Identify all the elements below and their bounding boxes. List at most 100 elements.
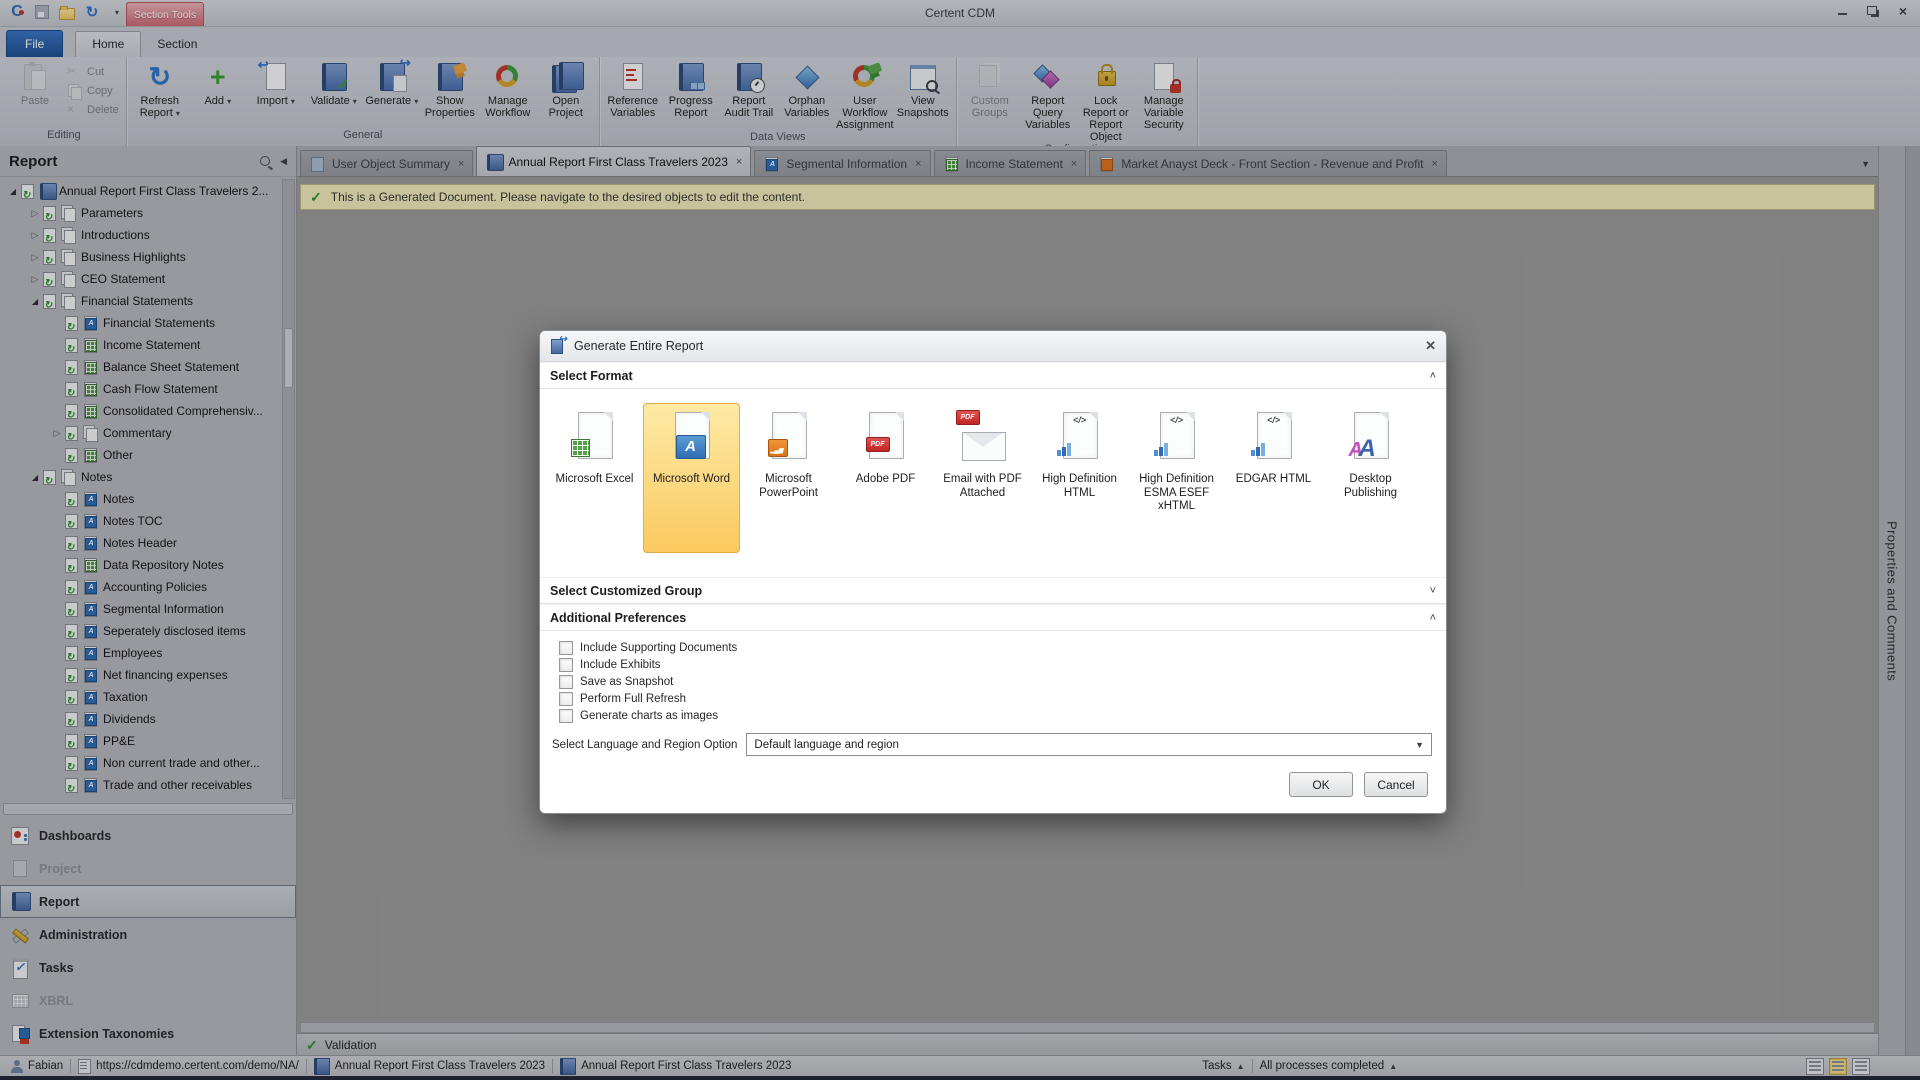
format-option-microsoft-excel[interactable]: Microsoft Excel bbox=[546, 403, 643, 495]
tree-item-financial-statements[interactable]: Financial Statements bbox=[0, 312, 296, 334]
tree-item-employees[interactable]: Employees bbox=[0, 642, 296, 664]
document-tab-annual-report-first-class-travelers-2023[interactable]: Annual Report First Class Travelers 2023… bbox=[476, 146, 751, 176]
cancel-button[interactable]: Cancel bbox=[1364, 772, 1428, 797]
maximize-icon[interactable] bbox=[1866, 5, 1880, 17]
collapse-node-icon[interactable]: ◢ bbox=[28, 473, 42, 482]
collapse-panel-icon[interactable]: ◀ bbox=[280, 156, 287, 167]
document-tab-income-statement[interactable]: Income Statement× bbox=[934, 150, 1087, 176]
close-tab-icon[interactable]: × bbox=[1071, 158, 1077, 170]
dialog-close-icon[interactable]: ✕ bbox=[1425, 338, 1436, 354]
expand-node-icon[interactable]: ▷ bbox=[50, 428, 64, 439]
ribbon-button-orphan-variables[interactable]: Orphan Variables bbox=[778, 60, 836, 119]
tree-item-cash-flow-statement[interactable]: Cash Flow Statement bbox=[0, 378, 296, 400]
section-select-customized-group[interactable]: Select Customized Group ˅ bbox=[540, 577, 1446, 604]
sidebar-item-tasks[interactable]: Tasks bbox=[0, 951, 296, 984]
format-option-microsoft-word[interactable]: Microsoft Word bbox=[643, 403, 740, 553]
collapse-node-icon[interactable]: ◢ bbox=[28, 297, 42, 306]
checkbox-perform-full-refresh[interactable] bbox=[559, 692, 573, 706]
tree-item-notes[interactable]: Notes bbox=[0, 488, 296, 510]
tree-scrollbar-thumb[interactable] bbox=[284, 328, 293, 388]
close-tab-icon[interactable]: × bbox=[458, 158, 464, 170]
ribbon-button-open-project[interactable]: Open Project bbox=[537, 60, 595, 119]
ribbon-button-view-snapshots[interactable]: View Snapshots bbox=[894, 60, 952, 119]
tree-horizontal-scrollbar[interactable] bbox=[3, 803, 293, 815]
close-tab-icon[interactable]: × bbox=[915, 158, 921, 170]
sidebar-item-dashboards[interactable]: Dashboards bbox=[0, 819, 296, 852]
ribbon-tab-file[interactable]: File bbox=[6, 30, 63, 57]
close-icon[interactable]: × bbox=[1896, 5, 1910, 17]
status-document-1[interactable]: Annual Report First Class Travelers 2023 bbox=[307, 1056, 552, 1076]
tree-item-net-financing-expenses[interactable]: Net financing expenses bbox=[0, 664, 296, 686]
status-tasks-button[interactable]: Tasks ▲ bbox=[1195, 1056, 1251, 1076]
minimize-icon[interactable] bbox=[1836, 5, 1850, 17]
tree-item-segmental-information[interactable]: Segmental Information bbox=[0, 598, 296, 620]
tab-list-dropdown-icon[interactable]: ▼ bbox=[1861, 159, 1870, 169]
ribbon-button-refresh-report[interactable]: ↻Refresh Report ▾ bbox=[131, 60, 189, 120]
format-option-high-definition-esma-esef-xhtml[interactable]: High Definition ESMA ESEF xHTML bbox=[1128, 403, 1225, 522]
ribbon-button-manage-workflow[interactable]: Manage Workflow bbox=[479, 60, 537, 119]
document-horizontal-scrollbar[interactable] bbox=[300, 1022, 1875, 1033]
tree-item-introductions[interactable]: ▷Introductions bbox=[0, 224, 296, 246]
sidebar-item-administration[interactable]: Administration bbox=[0, 918, 296, 951]
ribbon-button-progress-report[interactable]: Progress Report bbox=[662, 60, 720, 119]
close-tab-icon[interactable]: × bbox=[1431, 158, 1437, 170]
document-tab-user-object-summary[interactable]: User Object Summary× bbox=[300, 150, 473, 176]
ribbon-button-add[interactable]: +Add ▾ bbox=[189, 60, 247, 108]
ribbon-button-report-query-variables[interactable]: Report Query Variables bbox=[1019, 60, 1077, 131]
view-toggle-2-icon[interactable] bbox=[1829, 1058, 1847, 1075]
search-icon[interactable] bbox=[260, 156, 270, 166]
validation-bar[interactable]: ✓ Validation bbox=[297, 1033, 1878, 1056]
checkbox-generate-charts-as-images[interactable] bbox=[559, 709, 573, 723]
ok-button[interactable]: OK bbox=[1289, 772, 1353, 797]
tree-item-seperately-disclosed-items[interactable]: Seperately disclosed items bbox=[0, 620, 296, 642]
tree-item-ceo-statement[interactable]: ▷CEO Statement bbox=[0, 268, 296, 290]
tree-item-notes-header[interactable]: Notes Header bbox=[0, 532, 296, 554]
tree-item-consolidated-comprehensiv[interactable]: Consolidated Comprehensiv... bbox=[0, 400, 296, 422]
ribbon-button-user-workflow-assignment[interactable]: User Workflow Assignment bbox=[836, 60, 894, 131]
tree-vertical-scrollbar[interactable] bbox=[282, 179, 295, 799]
tree-item-pp-e[interactable]: PP&E bbox=[0, 730, 296, 752]
properties-comments-tab[interactable]: Properties and Comments bbox=[1878, 146, 1905, 1056]
tree-item-dividends[interactable]: Dividends bbox=[0, 708, 296, 730]
document-tab-market-anayst-deck-front-section-revenue-and-profit[interactable]: Market Anayst Deck - Front Section - Rev… bbox=[1089, 150, 1447, 176]
ribbon-button-validate[interactable]: ✓Validate ▾ bbox=[305, 60, 363, 108]
ribbon-tab-home[interactable]: Home bbox=[75, 31, 141, 57]
tree-item-annual-report-first-class-travelers-2[interactable]: ◢Annual Report First Class Travelers 2..… bbox=[0, 180, 296, 202]
expand-node-icon[interactable]: ▷ bbox=[28, 230, 42, 241]
status-document-2[interactable]: Annual Report First Class Travelers 2023 bbox=[553, 1056, 798, 1076]
format-option-email-with-pdf-attached[interactable]: Email with PDF Attached bbox=[934, 403, 1031, 508]
ribbon-button-generate[interactable]: ↪Generate ▾ bbox=[363, 60, 421, 108]
expand-node-icon[interactable]: ▷ bbox=[28, 208, 42, 219]
tree-item-balance-sheet-statement[interactable]: Balance Sheet Statement bbox=[0, 356, 296, 378]
sidebar-item-report[interactable]: Report bbox=[0, 885, 296, 918]
view-toggle-3-icon[interactable] bbox=[1852, 1058, 1870, 1075]
section-select-format[interactable]: Select Format ˄ bbox=[540, 362, 1446, 389]
tree-item-notes[interactable]: ◢Notes bbox=[0, 466, 296, 488]
ribbon-button-show-properties[interactable]: Show Properties bbox=[421, 60, 479, 119]
tree-item-commentary[interactable]: ▷Commentary bbox=[0, 422, 296, 444]
tree-item-taxation[interactable]: Taxation bbox=[0, 686, 296, 708]
checkbox-save-as-snapshot[interactable] bbox=[559, 675, 573, 689]
ribbon-button-report-audit-trail[interactable]: Report Audit Trail bbox=[720, 60, 778, 119]
tree-item-other[interactable]: Other bbox=[0, 444, 296, 466]
format-option-microsoft-powerpoint[interactable]: Microsoft PowerPoint bbox=[740, 403, 837, 508]
ribbon-button-manage-variable-security[interactable]: Manage Variable Security bbox=[1135, 60, 1193, 131]
tree-item-financial-statements[interactable]: ◢Financial Statements bbox=[0, 290, 296, 312]
tree-item-non-current-trade-and-other[interactable]: Non current trade and other... bbox=[0, 752, 296, 774]
language-dropdown[interactable]: Default language and region ▼ bbox=[746, 733, 1432, 756]
tree-item-data-repository-notes[interactable]: Data Repository Notes bbox=[0, 554, 296, 576]
tree-item-accounting-policies[interactable]: Accounting Policies bbox=[0, 576, 296, 598]
tree-item-parameters[interactable]: ▷Parameters bbox=[0, 202, 296, 224]
checkbox-include-exhibits[interactable] bbox=[559, 658, 573, 672]
tree-item-trade-and-other-receivables[interactable]: Trade and other receivables bbox=[0, 774, 296, 796]
close-tab-icon[interactable]: × bbox=[736, 156, 742, 168]
tree-item-business-highlights[interactable]: ▷Business Highlights bbox=[0, 246, 296, 268]
ribbon-button-reference-variables[interactable]: Reference Variables bbox=[604, 60, 662, 119]
tree-item-notes-toc[interactable]: Notes TOC bbox=[0, 510, 296, 532]
ribbon-button-lock-report-or-report-object[interactable]: Lock Report or Report Object bbox=[1077, 60, 1135, 143]
format-option-adobe-pdf[interactable]: Adobe PDF bbox=[837, 403, 934, 495]
tree-item-income-statement[interactable]: Income Statement bbox=[0, 334, 296, 356]
view-toggle-1-icon[interactable] bbox=[1806, 1058, 1824, 1075]
format-option-high-definition-html[interactable]: High Definition HTML bbox=[1031, 403, 1128, 508]
document-tab-segmental-information[interactable]: Segmental Information× bbox=[754, 150, 930, 176]
